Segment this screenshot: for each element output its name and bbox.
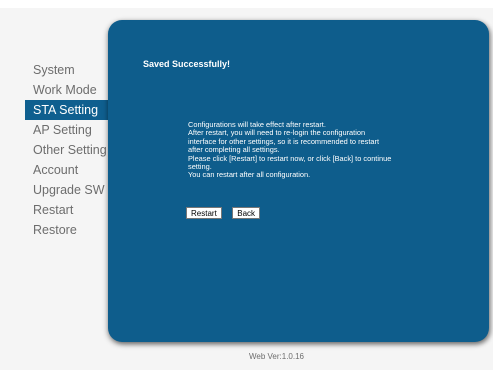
footer: Web Ver:1.0.16 — [0, 352, 493, 361]
panel-title: Saved Successfully! — [143, 59, 231, 69]
sidebar-item-account[interactable]: Account — [25, 160, 110, 180]
sidebar-item-restore[interactable]: Restore — [25, 220, 110, 240]
message-line: Please click [Restart] to restart now, o… — [188, 153, 392, 163]
sidebar-item-sta-setting[interactable]: STA Setting — [25, 100, 110, 120]
restart-button[interactable]: Restart — [186, 207, 222, 219]
restart-message: Configurations will take effect after re… — [188, 120, 438, 180]
sidebar-item-system[interactable]: System — [25, 60, 110, 80]
sidebar-item-other-setting[interactable]: Other Setting — [25, 140, 110, 160]
page: System Work Mode STA Setting AP Setting … — [0, 0, 493, 370]
sidebar-nav: System Work Mode STA Setting AP Setting … — [25, 60, 110, 240]
message-line: You can restart after all configuration. — [188, 170, 311, 180]
web-version: Web Ver:1.0.16 — [249, 352, 304, 361]
sidebar-item-work-mode[interactable]: Work Mode — [25, 80, 110, 100]
content-panel: Saved Successfully! Configurations will … — [108, 20, 489, 342]
action-buttons: Restart Back — [186, 203, 266, 221]
sidebar-item-ap-setting[interactable]: AP Setting — [25, 120, 110, 140]
sidebar-item-restart[interactable]: Restart — [25, 200, 110, 220]
back-button[interactable]: Back — [232, 207, 261, 219]
top-strip — [0, 0, 493, 8]
sidebar-item-upgrade-sw[interactable]: Upgrade SW — [25, 180, 110, 200]
